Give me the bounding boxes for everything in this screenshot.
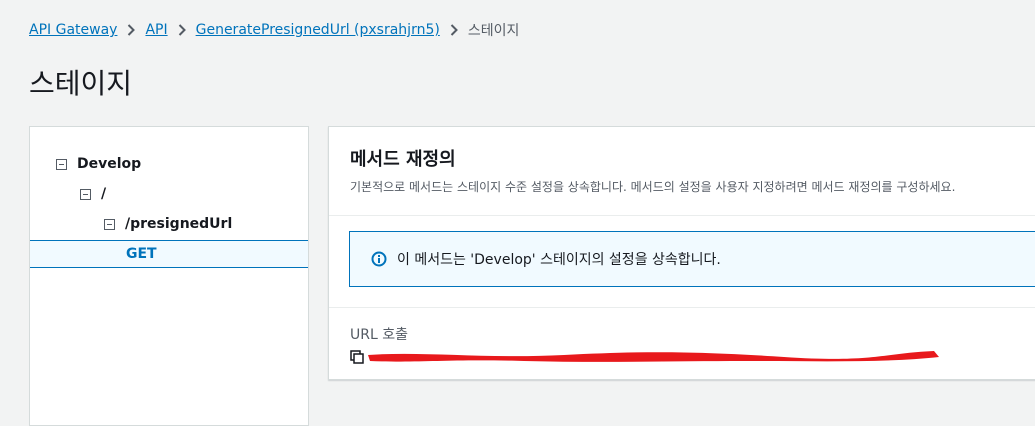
info-icon — [371, 251, 387, 267]
tree-node-label: /presignedUrl — [125, 216, 233, 232]
info-alert-text: 이 메서드는 'Develop' 스테이지의 설정을 상속합니다. — [397, 252, 721, 268]
invoke-url-label: URL 호출 — [350, 327, 408, 343]
info-alert: 이 메서드는 'Develop' 스테이지의 설정을 상속합니다. — [349, 231, 1035, 287]
copy-icon[interactable] — [350, 350, 364, 364]
tree-node-presigned-url[interactable]: /presignedUrl — [30, 210, 308, 238]
collapse-icon[interactable] — [56, 158, 67, 170]
breadcrumb-api-gateway[interactable]: API Gateway — [29, 22, 117, 38]
tree-node-label: / — [101, 186, 107, 202]
stage-tree-panel: Develop / /presignedUrl GET — [29, 126, 309, 426]
tree-node-label: Develop — [77, 156, 142, 172]
chevron-right-icon — [450, 24, 458, 36]
divider — [329, 307, 1035, 308]
panel-description: 기본적으로 메서드는 스테이지 수준 설정을 상속합니다. 메서드의 설정을 사… — [350, 180, 956, 194]
tree-node-label: GET — [126, 246, 157, 262]
collapse-icon[interactable] — [104, 218, 115, 230]
panel-header: 메서드 재정의 기본적으로 메서드는 스테이지 수준 설정을 상속합니다. 메서… — [329, 127, 1035, 216]
breadcrumb-api-name[interactable]: GeneratePresignedUrl (pxsrahjrn5) — [196, 22, 440, 38]
invoke-url-row — [350, 346, 970, 368]
tree-node-develop[interactable]: Develop — [30, 150, 308, 178]
breadcrumb-api[interactable]: API — [145, 22, 167, 38]
breadcrumb: API Gateway API GeneratePresignedUrl (px… — [29, 20, 519, 40]
chevron-right-icon — [127, 24, 136, 36]
breadcrumb-current: 스테이지 — [467, 23, 520, 39]
redaction-mark — [368, 351, 939, 362]
page-title: 스테이지 — [29, 67, 133, 100]
method-override-panel: 메서드 재정의 기본적으로 메서드는 스테이지 수준 설정을 상속합니다. 메서… — [328, 126, 1035, 380]
collapse-icon[interactable] — [80, 188, 91, 200]
tree-node-get-method[interactable]: GET — [30, 240, 308, 268]
chevron-right-icon — [178, 24, 186, 36]
tree-node-root[interactable]: / — [30, 180, 308, 208]
panel-title: 메서드 재정의 — [350, 149, 456, 170]
